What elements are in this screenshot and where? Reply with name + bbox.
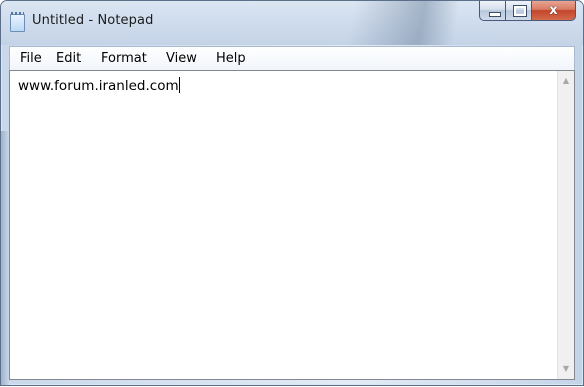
menu-format[interactable]: Format: [101, 51, 147, 66]
window-frame-accent: [1, 131, 9, 385]
maximize-icon: [513, 5, 527, 17]
editor-text-value: www.forum.iranled.com: [18, 78, 179, 94]
notepad-icon[interactable]: [10, 12, 25, 32]
scroll-up-arrow-icon[interactable]: ▲: [558, 73, 574, 89]
vertical-scrollbar[interactable]: ▲ ▼: [557, 71, 574, 379]
text-editor[interactable]: www.forum.iranled.com ▲ ▼: [9, 70, 575, 380]
menu-view[interactable]: View: [166, 51, 197, 66]
caption-buttons: x: [479, 1, 576, 21]
menu-file[interactable]: File: [20, 51, 42, 66]
menu-help[interactable]: Help: [216, 51, 246, 66]
editor-content[interactable]: www.forum.iranled.com: [18, 77, 180, 94]
close-button[interactable]: x: [532, 1, 576, 21]
minimize-button[interactable]: [479, 1, 506, 21]
menu-edit[interactable]: Edit: [56, 51, 81, 66]
text-caret: [178, 77, 180, 93]
close-icon: x: [549, 3, 558, 18]
title-bar[interactable]: Untitled - Notepad x: [1, 1, 583, 45]
minimize-icon: [489, 12, 501, 17]
scroll-down-arrow-icon[interactable]: ▼: [558, 361, 574, 377]
window-title: Untitled - Notepad: [32, 13, 154, 28]
menu-bar: File Edit Format View Help: [9, 46, 575, 70]
notepad-window: Untitled - Notepad x File Edit Format Vi…: [0, 0, 584, 386]
maximize-button[interactable]: [506, 1, 532, 21]
